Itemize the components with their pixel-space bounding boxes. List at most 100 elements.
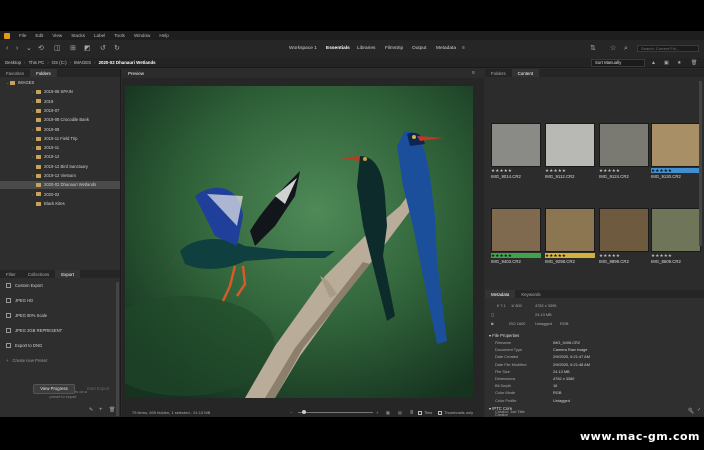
export-jpeg-represent[interactable]: JPEG 2GB REPRESENT [6, 328, 62, 334]
rating-stars[interactable]: ★★★★★ [651, 168, 701, 173]
rating-stars[interactable]: ★★★★★ [545, 253, 595, 258]
boomerang-icon[interactable]: ⟲ [38, 45, 44, 52]
thumbnail[interactable]: ★★★★★ IMG_9124.CR2 [599, 123, 649, 183]
thumbnails-only-checkbox[interactable] [438, 411, 442, 415]
workspace-filmstrip[interactable]: Filmstrip [385, 46, 403, 51]
tab-content[interactable]: Content [511, 69, 540, 77]
thumbnail-image[interactable] [651, 123, 701, 167]
grid-view-icon[interactable]: ▦ [386, 408, 390, 417]
tab-export[interactable]: Export [55, 270, 80, 278]
menu-file[interactable]: File [19, 33, 26, 38]
tab-favorites[interactable]: Favorites [0, 69, 30, 77]
view-progress-button[interactable]: View Progress [33, 384, 75, 394]
file-properties-header[interactable]: ▾ File Properties [489, 333, 519, 338]
thumbnail-image[interactable] [545, 123, 595, 167]
preview-image[interactable] [125, 86, 473, 398]
add-icon[interactable]: + [99, 407, 103, 414]
workspace-libraries[interactable]: Libraries [357, 46, 375, 51]
sort-direction-icon[interactable]: ▲ [651, 60, 656, 67]
export-jpeg-hd[interactable]: JPEG HD [6, 298, 33, 304]
open-in-raw-icon[interactable]: ◩ [84, 45, 91, 52]
folder-item[interactable]: › 2019-07 [0, 107, 120, 115]
refine-icon[interactable]: ⊞ [70, 45, 76, 52]
rating-stars[interactable]: ★★★★★ [651, 253, 701, 258]
details-view-icon[interactable]: ▤ [398, 408, 402, 417]
workspace-menu-icon[interactable]: ≡ [462, 45, 465, 52]
tab-keywords[interactable]: Keywords [515, 290, 546, 298]
menu-view[interactable]: View [52, 33, 62, 38]
tab-folders[interactable]: Folders [30, 69, 57, 77]
rotate-left-icon[interactable]: ↺ [100, 45, 106, 52]
tab-folders-right[interactable]: Folders [485, 69, 512, 77]
back-icon[interactable]: ‹ [6, 45, 8, 52]
rating-stars[interactable]: ★★★★★ [599, 168, 649, 173]
rating-stars[interactable]: ★★★★★ [491, 168, 541, 173]
camera-icon[interactable]: ◫ [54, 45, 61, 52]
trash-icon[interactable]: 🗑 [691, 60, 697, 67]
folder-item[interactable]: › 2020-02 [0, 191, 120, 199]
cancel-edit-icon[interactable]: ⊘ [688, 407, 692, 414]
sort-icon[interactable]: ⇅ [590, 45, 596, 52]
start-export-button[interactable]: Start Export [80, 384, 116, 394]
thumbnail-image[interactable] [651, 208, 701, 252]
tab-metadata[interactable]: Metadata [485, 290, 516, 298]
tab-filter[interactable]: Filter [0, 270, 22, 278]
folder-item[interactable]: 2019-12 Bird Sanctuary [0, 163, 120, 171]
thumbnail-image[interactable] [599, 208, 649, 252]
apply-edit-icon[interactable]: ✓ [697, 407, 701, 414]
folder-item[interactable]: › 2019-11 [0, 144, 120, 152]
menu-label[interactable]: Label [94, 33, 105, 38]
list-view-icon[interactable]: ≣ [410, 408, 413, 417]
crumb-images[interactable]: IMAGES [74, 60, 91, 65]
thumbnail[interactable]: ★★★★★ IMG_9112.CR2 [545, 123, 595, 183]
thumbnail-image[interactable] [491, 123, 541, 167]
forward-icon[interactable]: › [16, 45, 18, 52]
folder-item[interactable]: › 2019 [0, 98, 120, 106]
menu-stacks[interactable]: Stacks [71, 33, 85, 38]
folder-item[interactable]: Black Kites [0, 200, 120, 208]
filter-icon[interactable]: ☆ [610, 45, 616, 52]
crumb-current-folder[interactable]: 2020-02 Dhanauri Wetlands [99, 60, 156, 65]
search-icon[interactable]: ⌕ [624, 45, 628, 52]
thumbnail[interactable]: ★★★★★ IMG_9298.CR2 [545, 208, 595, 268]
folder-item[interactable]: › 2019-12 [0, 153, 120, 161]
folder-item[interactable]: 2019-08 Crocodile Bank [0, 116, 120, 124]
new-folder-icon[interactable]: ▣ [664, 60, 669, 67]
rating-icon[interactable]: ★ [677, 60, 681, 67]
workspace-essentials[interactable]: Essentials [326, 46, 350, 51]
thumbnail[interactable]: ★★★★★ IMG_8899.CR2 [599, 208, 649, 268]
export-dng[interactable]: Export to DNG [6, 343, 42, 349]
zoom-in-icon[interactable]: + [376, 408, 378, 417]
rating-stars[interactable]: ★★★★★ [599, 253, 649, 258]
sort-select[interactable]: Sort Manually [591, 59, 645, 67]
panel-menu-icon[interactable]: ≡ [472, 70, 475, 77]
rating-stars[interactable]: ★★★★★ [491, 253, 541, 258]
export-scrollbar[interactable] [116, 282, 119, 416]
thumbnail-image[interactable] [545, 208, 595, 252]
folder-item[interactable]: › 2019-06 SPAIN [0, 88, 120, 96]
thumbnail-image[interactable] [599, 123, 649, 167]
menu-tools[interactable]: Tools [114, 33, 125, 38]
thumbnail[interactable]: ★★★★★ IMG_9130.CR2 [651, 123, 701, 183]
rotate-right-icon[interactable]: ↻ [114, 45, 120, 52]
crumb-desktop[interactable]: Desktop [5, 60, 21, 65]
recent-folder-icon[interactable]: ⌄ [26, 45, 32, 52]
content-scrollbar[interactable] [699, 81, 702, 246]
workspace-metadata[interactable]: Metadata [436, 46, 456, 51]
thumbnail[interactable]: ★★★★★ IMG_9014.CR2 [491, 123, 541, 183]
edit-icon[interactable]: ✎ [89, 407, 93, 414]
folder-item[interactable]: ⌄ IMAGES [0, 79, 120, 87]
workspace-1[interactable]: Workspace 1 [289, 46, 317, 51]
tab-collections[interactable]: Collections [22, 270, 55, 278]
folder-item[interactable]: › 2019-08 [0, 126, 120, 134]
folder-item[interactable]: › 2019-12 Vietnam [0, 172, 120, 180]
folder-item[interactable]: 2020-02 Dhanauri Wetlands [0, 181, 120, 190]
search-input[interactable]: Search: Current Fol... [637, 45, 699, 52]
menu-edit[interactable]: Edit [35, 33, 43, 38]
crumb-this-pc[interactable]: This PC [29, 60, 45, 65]
workspace-output[interactable]: Output [412, 46, 426, 51]
thumbnail-size-slider[interactable] [298, 412, 373, 413]
menu-help[interactable]: Help [159, 33, 168, 38]
crumb-drive[interactable]: OS (C:) [52, 60, 67, 65]
delete-icon[interactable]: 🗑 [109, 407, 115, 414]
